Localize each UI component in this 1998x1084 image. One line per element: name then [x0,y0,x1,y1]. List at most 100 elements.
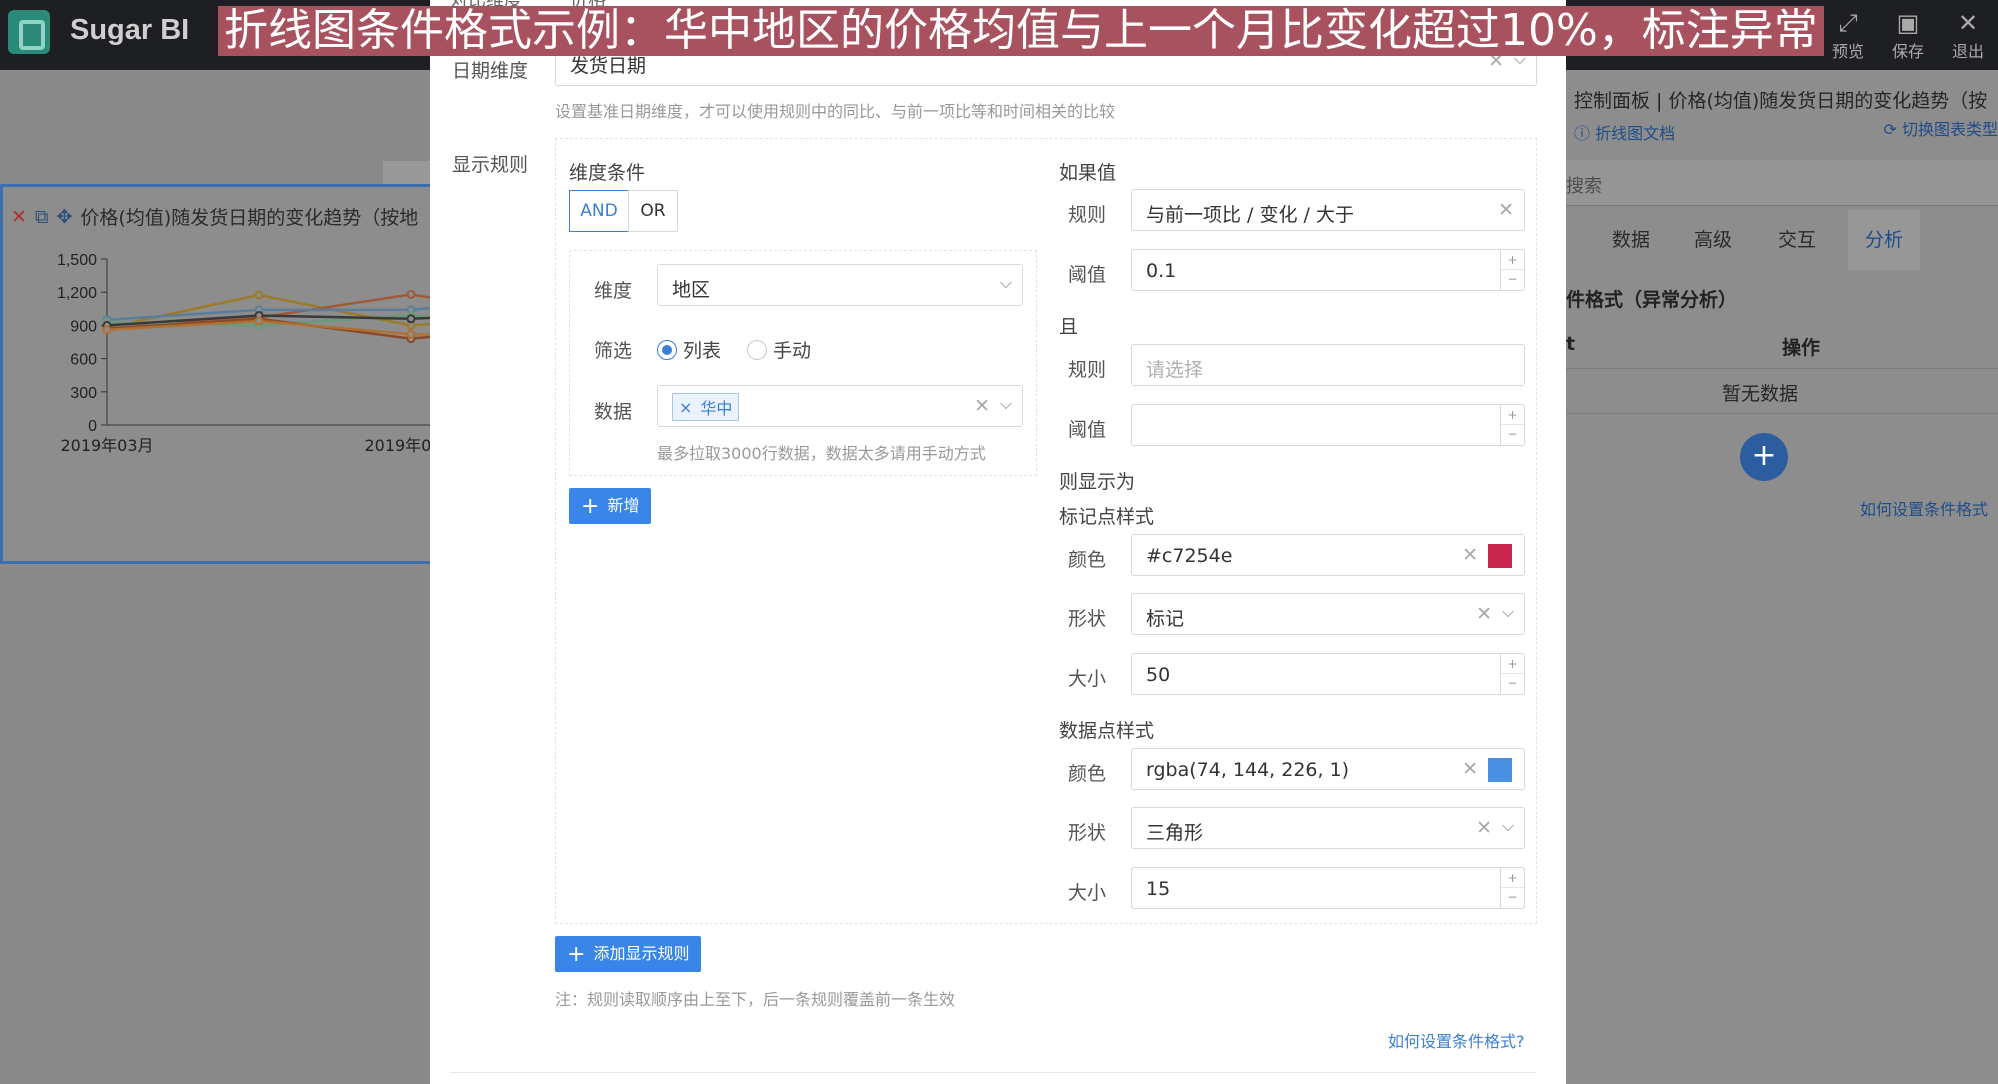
increment-icon[interactable]: + [1501,405,1524,425]
clear-icon[interactable]: ✕ [1498,199,1514,221]
threshold2-input[interactable]: + − [1131,404,1525,446]
point-size-stepper[interactable]: + − [1500,868,1524,908]
add-display-rule-label: 添加显示规则 [593,944,690,963]
top-actions: ⤢ 预览 ▣ 保存 ✕ 退出 [1818,8,1998,62]
y-tick-label: 900 [70,318,97,335]
decrement-icon[interactable]: − [1501,674,1524,694]
decrement-icon[interactable]: − [1501,270,1524,290]
marker-shape-value: 标记 [1146,608,1185,630]
y-tick-label: 600 [70,352,97,369]
panel-tabs: 数据 高级 交互 分析 [1566,210,1998,270]
marker-style-title: 标记点样式 [1059,506,1155,528]
data-label: 数据 [594,401,633,423]
point-size-input[interactable]: 15 + − [1131,867,1525,909]
doc-link-label: 折线图文档 [1595,124,1676,143]
y-tick-label: 300 [70,385,97,402]
how-to-cf-link[interactable]: 如何设置条件格式 [1860,496,1988,520]
filter-radio-list[interactable]: 列表 [657,336,721,363]
add-display-rule-button[interactable]: + 添加显示规则 [555,936,702,972]
point-shape-value: 三角形 [1146,822,1204,844]
increment-icon[interactable]: + [1501,250,1524,270]
tab-data[interactable]: 数据 [1612,210,1650,270]
tab-interaction[interactable]: 交互 [1778,210,1816,270]
rule-label: 规则 [1068,204,1107,226]
marker-size-stepper[interactable]: + − [1500,654,1524,694]
exit-button[interactable]: ✕ 退出 [1938,8,1998,62]
chart-card[interactable]: ✕ ⧉ ✥ 价格(均值)随发货日期的变化趋势（按地 0 300 600 900 1,20… [0,184,440,564]
and-title: 且 [1059,316,1079,338]
dimension-label: 维度 [594,280,633,302]
save-icon: ▣ [1896,9,1920,37]
tab-analysis[interactable]: 分析 [1848,210,1920,270]
dimension-select[interactable]: 地区 ⌵ [657,264,1023,306]
y-tick-label: 1,200 [57,285,97,302]
rule-select[interactable]: 与前一项比 / 变化 / 大于 ✕ [1131,189,1525,231]
copy-icon[interactable]: ⧉ [35,206,49,228]
clear-icon[interactable]: ✕ [1476,817,1492,839]
chart-header: ✕ ⧉ ✥ 价格(均值)随发货日期的变化趋势（按地 [11,203,418,230]
app-logo-text: Sugar BI [70,14,190,46]
add-condition-button[interactable]: + 新增 [569,488,652,524]
how-to-cf-link[interactable]: 如何设置条件格式? [1388,1028,1525,1052]
clear-icon[interactable]: ✕ [1462,758,1478,780]
switch-chart-type-link[interactable]: ⟳ 切换图表类型 [1883,116,1998,140]
marker-shape-select[interactable]: 标记 ✕ ⌵ [1131,593,1525,635]
switch-link-label: 切换图表类型 [1901,120,1998,139]
clear-icon[interactable]: ✕ [974,395,990,417]
increment-icon[interactable]: + [1501,654,1524,674]
preview-button[interactable]: ⤢ 预览 [1818,8,1878,62]
right-panel: 控制面板 | 价格(均值)随发货日期的变化趋势（按 ⓘ 折线图文档 ⟳ 切换图表… [1566,70,1998,1084]
point-color-input[interactable]: rgba(74, 144, 226, 1) ✕ [1131,748,1525,790]
data-point [406,329,416,339]
threshold-value: 0.1 [1146,260,1177,282]
date-dim-label: 日期维度 [452,60,529,82]
marker-color-label: 颜色 [1068,549,1107,571]
save-button[interactable]: ▣ 保存 [1878,8,1938,62]
threshold-stepper[interactable]: + − [1500,250,1524,290]
and-toggle[interactable]: AND [569,190,629,232]
no-data-text: 暂无数据 [1722,383,1799,405]
cf-table-header: t 操作 [1566,323,1998,369]
increment-icon[interactable]: + [1501,868,1524,888]
add-rule-circle-button[interactable]: + [1740,433,1788,481]
color-swatch[interactable] [1488,544,1512,568]
or-toggle[interactable]: OR [628,190,678,232]
filter-radio-manual[interactable]: 手动 [747,336,811,363]
y-tick-label: 0 [88,418,97,435]
data-multiselect[interactable]: × 华中 ✕ ⌵ [657,385,1023,427]
fullscreen-icon[interactable]: ✥ [57,206,73,228]
y-tick-label: 1,500 [57,252,97,269]
filter-list-label: 列表 [683,340,722,362]
refresh-icon: ⟳ [1883,120,1897,139]
chevron-down-icon: ⌵ [999,394,1012,413]
point-shape-label: 形状 [1068,822,1107,844]
rule2-select[interactable]: 请选择 [1131,344,1525,386]
marker-size-input[interactable]: 50 + − [1131,653,1525,695]
threshold2-stepper[interactable]: + − [1500,405,1524,445]
cf-col-ops: 操作 [1782,337,1821,359]
data-point [254,316,264,326]
line-chart-doc-link[interactable]: ⓘ 折线图文档 [1574,120,1675,144]
clear-icon[interactable]: ✕ [1462,544,1478,566]
rule-value: 与前一项比 / 变化 / 大于 [1146,204,1354,226]
rule2-label: 规则 [1068,359,1107,381]
clear-icon[interactable]: ✕ [1476,603,1492,625]
close-icon[interactable]: ✕ [11,206,27,228]
close-icon: ✕ [1957,9,1979,37]
decrement-icon[interactable]: − [1501,888,1524,908]
marker-color-value: #c7254e [1146,545,1233,567]
cf-col-name: t [1566,333,1576,355]
color-swatch[interactable] [1488,758,1512,782]
dim-condition-title: 维度条件 [569,162,646,184]
rules-note: 注：规则读取顺序由上至下，后一条规则覆盖前一条生效 [555,990,956,1009]
decrement-icon[interactable]: − [1501,425,1524,445]
tag-remove-icon[interactable]: × [679,398,692,417]
marker-color-input[interactable]: #c7254e ✕ [1131,534,1525,576]
panel-search-input[interactable]: 搜索 [1566,160,1998,206]
marker-shape-label: 形状 [1068,608,1107,630]
tab-advanced[interactable]: 高级 [1694,210,1732,270]
x-tick-label: 2019年03月 [60,436,153,455]
sugar-bi-logo-icon [8,10,50,54]
point-shape-select[interactable]: 三角形 ✕ ⌵ [1131,807,1525,849]
threshold-input[interactable]: 0.1 + − [1131,249,1525,291]
